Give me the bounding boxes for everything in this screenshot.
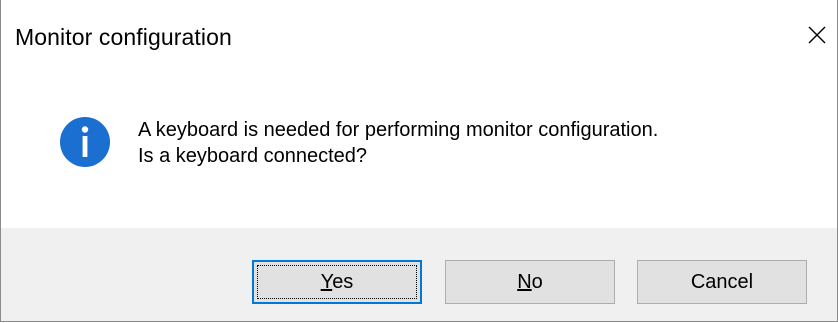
close-icon <box>808 26 826 44</box>
message-area: A keyboard is needed for performing moni… <box>1 80 837 230</box>
dialog-window: Monitor configuration A keyboard is need… <box>0 0 838 322</box>
message-line-2: Is a keyboard connected? <box>138 145 368 167</box>
yes-button-label: Yes <box>321 271 354 294</box>
message-text: A keyboard is needed for performing moni… <box>138 117 658 169</box>
window-title: Monitor configuration <box>15 24 232 50</box>
yes-label-rest: es <box>332 270 354 293</box>
close-button[interactable] <box>797 10 837 60</box>
no-mnemonic: N <box>517 270 532 293</box>
no-label-rest: o <box>531 270 543 293</box>
yes-mnemonic: Y <box>320 270 333 293</box>
message-line-1: A keyboard is needed for performing moni… <box>138 119 659 141</box>
button-bar: Yes No Cancel <box>1 228 837 321</box>
cancel-button[interactable]: Cancel <box>637 260 807 304</box>
info-icon <box>60 117 110 167</box>
title-bar: Monitor configuration <box>1 0 837 80</box>
yes-button[interactable]: Yes <box>252 260 422 304</box>
no-button[interactable]: No <box>445 260 615 304</box>
no-button-label: No <box>517 271 543 294</box>
cancel-button-label: Cancel <box>690 270 754 293</box>
